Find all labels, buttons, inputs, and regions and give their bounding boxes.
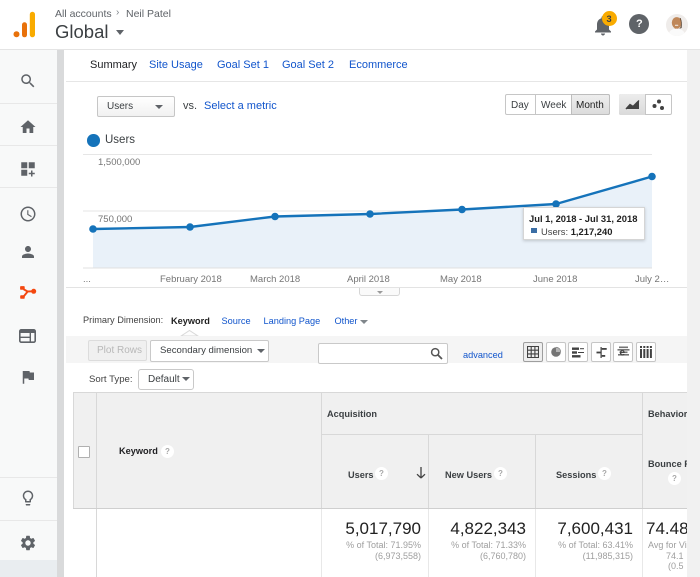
svg-text:e: e bbox=[619, 348, 625, 359]
